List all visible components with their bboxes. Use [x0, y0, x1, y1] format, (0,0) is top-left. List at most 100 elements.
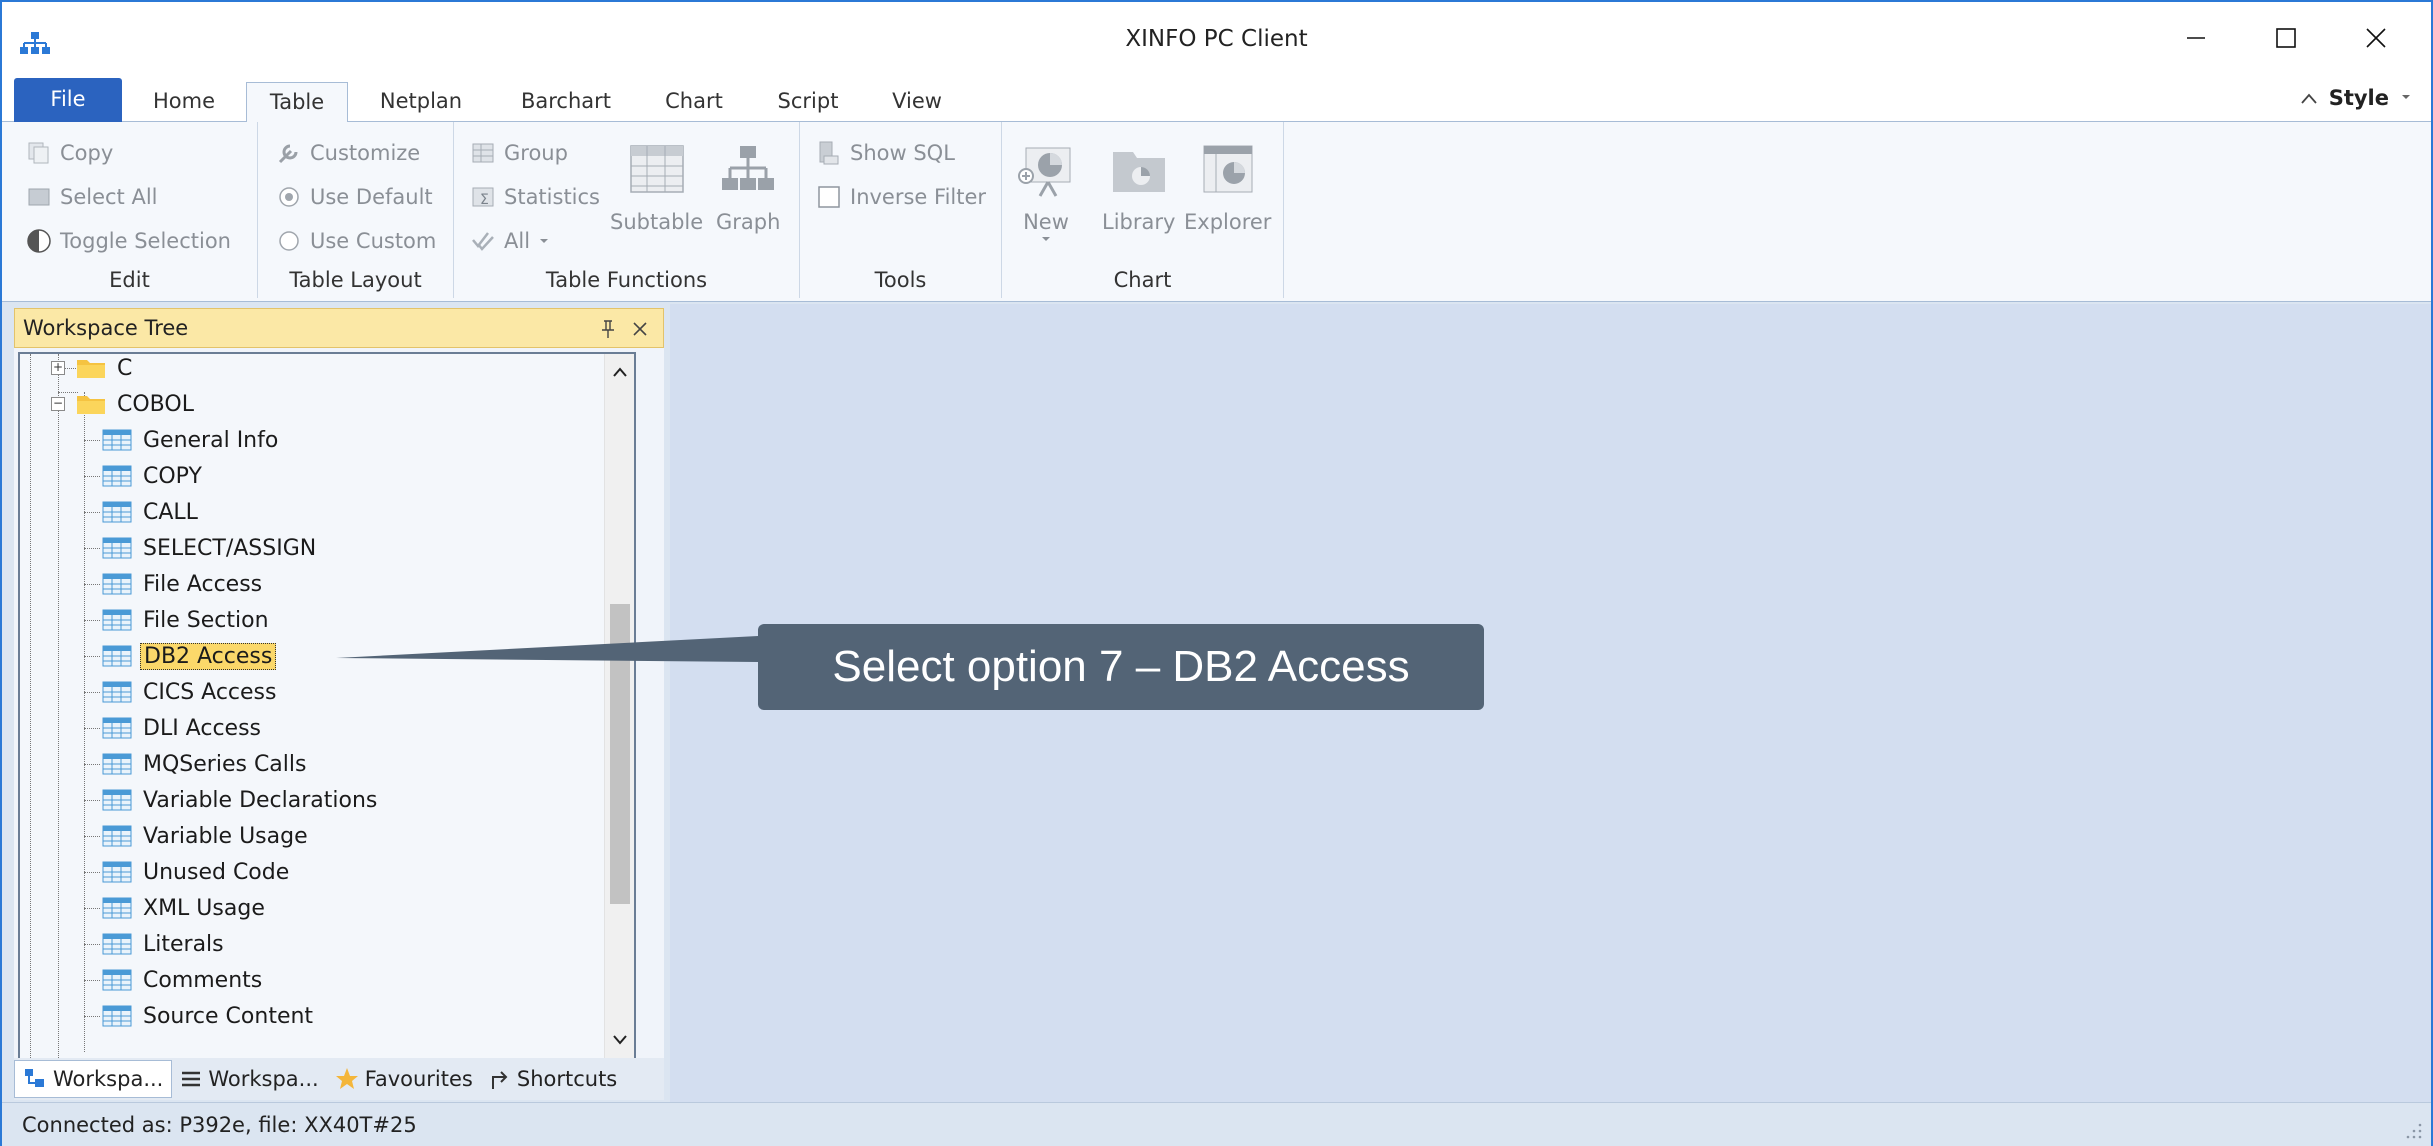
subtable-button[interactable]: Subtable [610, 140, 703, 234]
group-button[interactable]: Group [470, 140, 568, 166]
chevron-down-icon [2402, 95, 2410, 99]
tree-item[interactable]: COPY [102, 459, 205, 493]
tree-item[interactable]: File Section [102, 603, 272, 637]
tab-script[interactable]: Script [770, 82, 846, 122]
tab-file[interactable]: File [14, 78, 122, 122]
inverse-filter-checkbox[interactable]: Inverse Filter [816, 184, 986, 210]
tab-workspace-tree[interactable]: Workspa... [14, 1060, 173, 1098]
tree-item[interactable]: CALL [102, 495, 201, 529]
tree-folder-cobol[interactable]: COBOL [76, 387, 197, 421]
workspace-tree[interactable]: + C − COBOL General Info COPY CALL SELECT/A… [18, 352, 636, 1062]
title-bar: XINFO PC Client [2, 2, 2431, 76]
toggle-selection-icon [27, 229, 51, 253]
statistics-button[interactable]: Σ Statistics [470, 184, 600, 210]
pin-button[interactable] [599, 309, 617, 351]
svg-text:Σ: Σ [480, 192, 489, 208]
table-icon [102, 501, 132, 523]
tree-item[interactable]: File Access [102, 567, 265, 601]
tree-item[interactable]: CICS Access [102, 675, 279, 709]
collapse-ribbon-icon [2301, 93, 2317, 104]
library-button[interactable]: Library [1102, 140, 1175, 234]
tree-item[interactable]: MQSeries Calls [102, 747, 309, 781]
expand-c-toggle[interactable]: + [51, 361, 65, 375]
graph-label: Graph [716, 210, 781, 234]
table-icon [102, 537, 132, 559]
tab-workspace-list[interactable]: Workspa... [172, 1060, 326, 1098]
scroll-up-button[interactable] [605, 358, 634, 388]
tab-barchart[interactable]: Barchart [510, 82, 622, 122]
folder-icon [77, 360, 105, 378]
show-sql-button[interactable]: Show SQL [816, 140, 955, 166]
tree-folder-c[interactable]: C [76, 354, 135, 385]
folder-label: COBOL [117, 391, 194, 417]
tree-item-label: Unused Code [143, 859, 290, 885]
minimize-button[interactable] [2166, 16, 2226, 60]
resize-grip-icon[interactable] [2405, 1122, 2423, 1140]
new-chart-icon [1018, 147, 1071, 197]
tab-shortcuts[interactable]: Shortcuts [481, 1060, 625, 1098]
ribbon-group-table-functions: Group Σ Statistics All Subtable Graph Ta… [454, 122, 800, 298]
table-icon [102, 897, 132, 919]
use-default-radio[interactable]: Use Default [276, 184, 433, 210]
table-icon [102, 429, 132, 451]
tab-favourites[interactable]: Favourites [327, 1060, 481, 1098]
all-dropdown[interactable]: All [470, 228, 550, 254]
scroll-down-button[interactable] [605, 1026, 634, 1056]
ribbon-group-tools: Show SQL Inverse Filter Tools [800, 122, 1002, 298]
collapse-cobol-toggle[interactable]: − [51, 397, 65, 411]
tree-item[interactable]: DLI Access [102, 711, 264, 745]
tree-item[interactable]: Variable Declarations [102, 783, 380, 817]
tab-favourites-label: Favourites [364, 1067, 473, 1091]
toggle-selection-button[interactable]: Toggle Selection [26, 228, 231, 254]
statistics-icon: Σ [472, 187, 494, 208]
pin-icon [602, 320, 614, 338]
tree-item[interactable]: XML Usage [102, 891, 268, 925]
tab-netplan[interactable]: Netplan [368, 82, 474, 122]
select-all-button[interactable]: Select All [26, 184, 158, 210]
close-icon [2366, 28, 2386, 48]
copy-button[interactable]: Copy [26, 140, 113, 166]
table-icon [102, 969, 132, 991]
table-icon [102, 1005, 132, 1027]
group-label-edit: Edit [109, 268, 150, 292]
explorer-icon [1203, 145, 1253, 193]
tree-item[interactable]: Unused Code [102, 855, 292, 889]
tab-table[interactable]: Table [246, 82, 348, 123]
tree-scrollbar[interactable] [604, 354, 634, 1060]
pane-bottom-tabs: Workspa... Workspa... Favourites Shortcu… [14, 1058, 664, 1100]
tab-view[interactable]: View [882, 82, 952, 122]
close-button[interactable] [2346, 16, 2406, 60]
tree-item[interactable]: Variable Usage [102, 819, 311, 853]
use-custom-label: Use Custom [310, 229, 437, 253]
callout-tooltip: Select option 7 – DB2 Access [758, 624, 1484, 710]
tree-icon [25, 1069, 44, 1087]
group-icon [472, 143, 494, 163]
explorer-button[interactable]: Explorer [1184, 140, 1271, 234]
library-label: Library [1102, 210, 1176, 234]
customize-button[interactable]: Customize [276, 140, 420, 166]
tree-item[interactable]: General Info [102, 423, 281, 457]
new-chart-button[interactable]: New [1016, 140, 1076, 244]
use-custom-radio[interactable]: Use Custom [276, 228, 436, 254]
tree-item[interactable]: Source Content [102, 999, 316, 1033]
graph-button[interactable]: Graph [716, 140, 780, 234]
status-bar: Connected as: P392e, file: XX40T#25 [2, 1102, 2431, 1146]
chevron-down-icon [540, 239, 549, 243]
group-label: Group [504, 141, 568, 165]
subtable-label: Subtable [610, 210, 704, 234]
maximize-button[interactable] [2256, 16, 2316, 60]
minimize-icon [2187, 37, 2205, 39]
tree-item[interactable]: DB2 Access [102, 639, 277, 673]
tree-item[interactable]: Literals [102, 927, 227, 961]
tree-item[interactable]: Comments [102, 963, 265, 997]
select-all-label: Select All [60, 185, 158, 209]
close-pane-button[interactable] [631, 309, 649, 350]
tab-home[interactable]: Home [142, 82, 226, 122]
scroll-thumb[interactable] [610, 604, 630, 904]
workspace-title: Workspace Tree [23, 316, 189, 340]
style-menu[interactable]: Style [2299, 86, 2413, 110]
tab-chart[interactable]: Chart [656, 82, 732, 122]
ribbon-group-table-layout: Customize Use Default Use Custom Table L… [258, 122, 454, 298]
tree-item-label: CICS Access [143, 679, 277, 705]
tree-item[interactable]: SELECT/ASSIGN [102, 531, 319, 565]
